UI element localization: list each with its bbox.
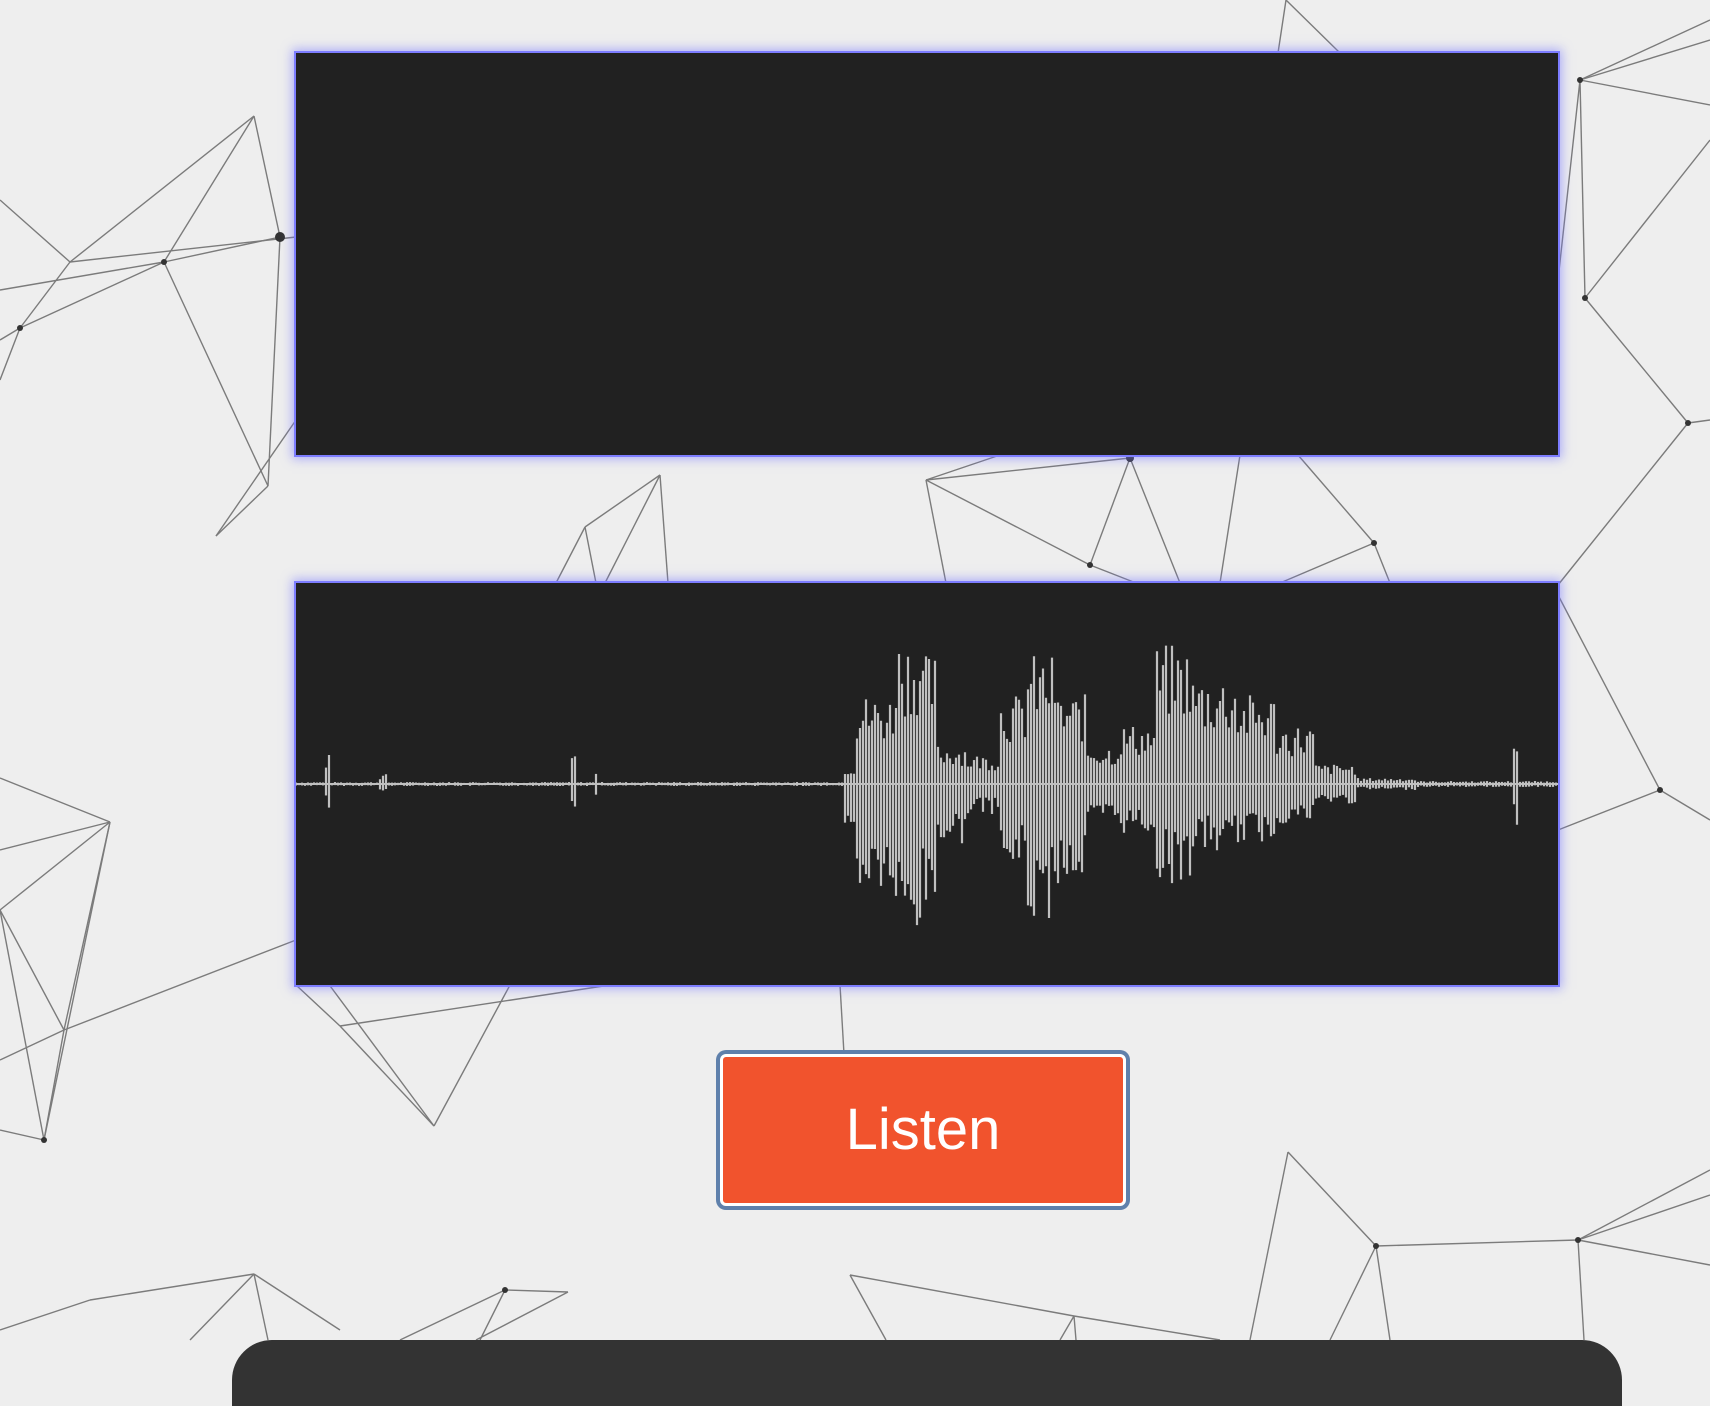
listen-button[interactable]: Listen bbox=[720, 1054, 1126, 1206]
visualizer-panel bbox=[296, 53, 1558, 455]
waveform-panel bbox=[296, 583, 1558, 985]
waveform-display bbox=[296, 645, 1558, 926]
bottom-card bbox=[232, 1340, 1622, 1406]
page: Listen bbox=[0, 0, 1710, 1406]
